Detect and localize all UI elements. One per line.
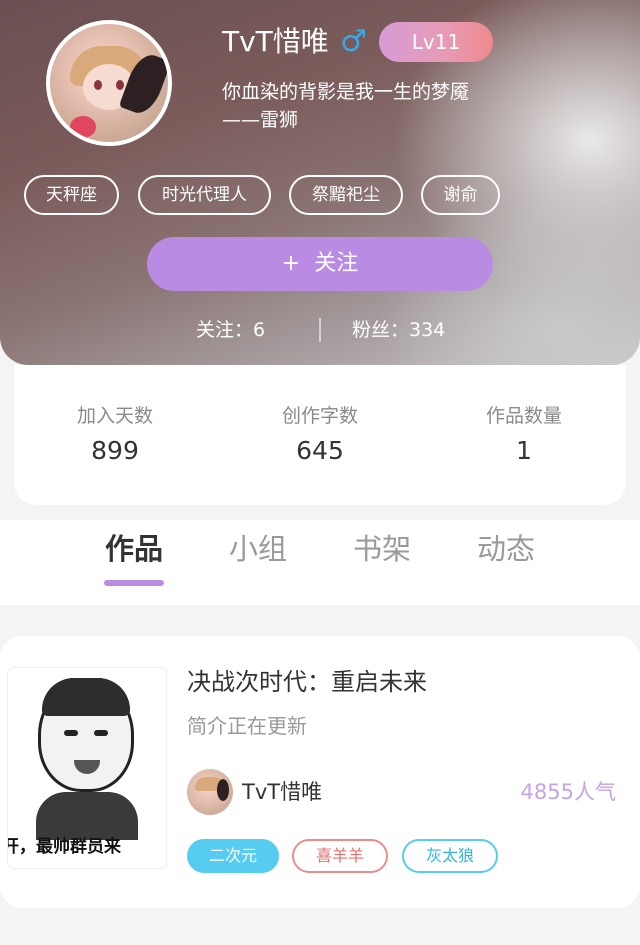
fans-count[interactable]: 粉丝：334	[352, 314, 445, 346]
profile-tabs: 作品 小组 书架 动态	[0, 520, 640, 605]
work-card[interactable]: 开，最帅群员来 决战次时代：重启未来 简介正在更新 TvT惜唯 4855人气 二…	[0, 636, 640, 908]
stat-value: 645	[296, 436, 344, 465]
stats-card: 加入天数 899 创作字数 645 作品数量 1	[14, 365, 626, 505]
counts-divider	[319, 318, 321, 342]
author-avatar-wing	[217, 779, 229, 801]
profile-bio: 你血染的背影是我一生的梦魇 ——雷狮	[222, 78, 522, 134]
work-cover-image[interactable]: 开，最帅群员来	[8, 668, 166, 868]
stat-label: 作品数量	[485, 405, 562, 427]
avatar-eye	[116, 80, 124, 90]
stat-label: 加入天数	[76, 405, 153, 427]
following-count[interactable]: 关注：6	[196, 314, 265, 346]
cover-caption: 开，最帅群员来	[8, 837, 121, 857]
cover-eye	[94, 730, 108, 736]
profile-tag[interactable]: 时光代理人	[138, 175, 271, 215]
work-tag[interactable]: 喜羊羊	[292, 839, 388, 873]
stat-value: 899	[91, 436, 139, 465]
stat-value: 1	[516, 436, 532, 465]
tab-groups[interactable]: 小组	[208, 528, 308, 570]
stat-word-count: 创作字数 645	[220, 403, 420, 471]
tab-bookshelf[interactable]: 书架	[332, 528, 432, 570]
cover-body	[36, 792, 138, 840]
avatar-heart	[70, 116, 96, 138]
author-avatar[interactable]	[187, 769, 233, 815]
work-tag[interactable]: 灰太狼	[402, 839, 498, 873]
avatar-eye	[94, 80, 102, 90]
bio-line: ——雷狮	[222, 109, 299, 131]
plus-icon: +	[281, 251, 301, 276]
work-description: 简介正在更新	[187, 714, 307, 738]
tab-works[interactable]: 作品	[84, 528, 184, 570]
profile-tag[interactable]: 祭黯祀尘	[289, 175, 403, 215]
profile-tag[interactable]: 谢俞	[421, 175, 500, 215]
stat-join-days: 加入天数 899	[15, 403, 215, 471]
profile-username: TvT惜唯	[222, 25, 329, 58]
stat-label: 创作字数	[281, 405, 358, 427]
profile-tag[interactable]: 天秤座	[24, 175, 119, 215]
tab-activity[interactable]: 动态	[456, 528, 556, 570]
work-title[interactable]: 决战次时代：重启未来	[187, 664, 427, 700]
level-badge: Lv11	[379, 22, 493, 62]
cover-eye	[64, 730, 78, 736]
popularity-count: 4855人气	[520, 780, 616, 804]
male-symbol-icon: ♂	[340, 24, 367, 59]
bio-line: 你血染的背影是我一生的梦魇	[222, 81, 470, 103]
active-tab-indicator	[104, 580, 164, 586]
follow-button-label: 关注	[314, 251, 359, 276]
work-tag[interactable]: 二次元	[187, 839, 279, 873]
author-name[interactable]: TvT惜唯	[242, 776, 322, 808]
profile-avatar[interactable]	[46, 20, 172, 146]
follow-counts: 关注：6 粉丝：334	[0, 314, 640, 346]
follow-button[interactable]: + 关注	[147, 237, 493, 291]
profile-header: TvT惜唯 ♂ Lv11 你血染的背影是我一生的梦魇 ——雷狮 天秤座 时光代理…	[0, 0, 640, 365]
cover-hair-top	[42, 678, 130, 716]
stat-work-count: 作品数量 1	[424, 403, 624, 471]
